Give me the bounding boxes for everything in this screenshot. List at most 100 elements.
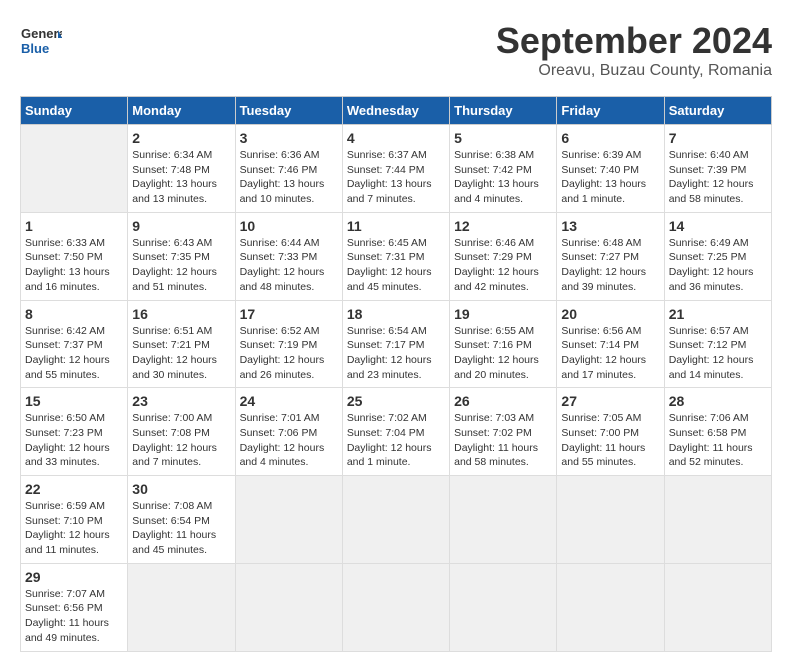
- day-info: Sunrise: 6:48 AMSunset: 7:27 PMDaylight:…: [561, 236, 659, 295]
- day-info: Sunrise: 6:50 AMSunset: 7:23 PMDaylight:…: [25, 411, 123, 470]
- calendar-cell: 23Sunrise: 7:00 AMSunset: 7:08 PMDayligh…: [128, 388, 235, 476]
- svg-text:Blue: Blue: [21, 41, 49, 56]
- day-number: 16: [132, 306, 230, 322]
- day-number: 22: [25, 481, 123, 497]
- header-wednesday: Wednesday: [342, 97, 449, 125]
- day-info: Sunrise: 7:05 AMSunset: 7:00 PMDaylight:…: [561, 411, 659, 470]
- day-number: 26: [454, 393, 552, 409]
- calendar-cell: 24Sunrise: 7:01 AMSunset: 7:06 PMDayligh…: [235, 388, 342, 476]
- day-number: 15: [25, 393, 123, 409]
- calendar-cell: [664, 563, 771, 651]
- calendar-cell: 18Sunrise: 6:54 AMSunset: 7:17 PMDayligh…: [342, 300, 449, 388]
- calendar-cell: 30 Sunrise: 7:08 AMSunset: 6:54 PMDayligh…: [128, 476, 235, 564]
- calendar-cell: [557, 476, 664, 564]
- header-thursday: Thursday: [450, 97, 557, 125]
- calendar-cell: [235, 476, 342, 564]
- calendar-cell: [128, 563, 235, 651]
- day-info: Sunrise: 6:51 AMSunset: 7:21 PMDaylight:…: [132, 324, 230, 383]
- day-number: 4: [347, 130, 445, 146]
- day-number: 1: [25, 218, 123, 234]
- day-info: Sunrise: 6:38 AMSunset: 7:42 PMDaylight:…: [454, 148, 552, 207]
- calendar-cell: 12 Sunrise: 6:46 AMSunset: 7:29 PMDayligh…: [450, 212, 557, 300]
- calendar-row: 8 Sunrise: 6:42 AMSunset: 7:37 PMDaylight…: [21, 300, 772, 388]
- day-info: Sunrise: 7:07 AMSunset: 6:56 PMDaylight:…: [25, 587, 123, 646]
- day-number: 7: [669, 130, 767, 146]
- calendar-row: 1 Sunrise: 6:33 AMSunset: 7:50 PMDaylight…: [21, 212, 772, 300]
- logo: General Blue: [20, 20, 62, 62]
- calendar-cell: 1 Sunrise: 6:33 AMSunset: 7:50 PMDaylight…: [21, 212, 128, 300]
- day-info: Sunrise: 6:46 AMSunset: 7:29 PMDaylight:…: [454, 236, 552, 295]
- calendar-cell: 13Sunrise: 6:48 AMSunset: 7:27 PMDayligh…: [557, 212, 664, 300]
- calendar-cell: 28 Sunrise: 7:06 AMSunset: 6:58 PMDayligh…: [664, 388, 771, 476]
- day-info: Sunrise: 6:54 AMSunset: 7:17 PMDaylight:…: [347, 324, 445, 383]
- header-tuesday: Tuesday: [235, 97, 342, 125]
- calendar-cell: 27 Sunrise: 7:05 AMSunset: 7:00 PMDayligh…: [557, 388, 664, 476]
- page-header: General Blue September 2024 Oreavu, Buza…: [20, 20, 772, 80]
- day-number: 28: [669, 393, 767, 409]
- day-info: Sunrise: 6:36 AMSunset: 7:46 PMDaylight:…: [240, 148, 338, 207]
- day-number: 6: [561, 130, 659, 146]
- calendar-cell: [450, 476, 557, 564]
- day-info: Sunrise: 6:39 AMSunset: 7:40 PMDaylight:…: [561, 148, 659, 207]
- location-title: Oreavu, Buzau County, Romania: [496, 62, 772, 80]
- day-number: 30: [132, 481, 230, 497]
- day-info: Sunrise: 7:01 AMSunset: 7:06 PMDaylight:…: [240, 411, 338, 470]
- header-saturday: Saturday: [664, 97, 771, 125]
- header-friday: Friday: [557, 97, 664, 125]
- day-info: Sunrise: 7:08 AMSunset: 6:54 PMDaylight:…: [132, 499, 230, 558]
- day-info: Sunrise: 6:34 AMSunset: 7:48 PMDaylight:…: [132, 148, 230, 207]
- day-number: 27: [561, 393, 659, 409]
- day-info: Sunrise: 6:49 AMSunset: 7:25 PMDaylight:…: [669, 236, 767, 295]
- calendar-cell: [557, 563, 664, 651]
- calendar-cell: 19Sunrise: 6:55 AMSunset: 7:16 PMDayligh…: [450, 300, 557, 388]
- calendar-cell: [450, 563, 557, 651]
- calendar-cell: 29 Sunrise: 7:07 AMSunset: 6:56 PMDayligh…: [21, 563, 128, 651]
- calendar-row: 29 Sunrise: 7:07 AMSunset: 6:56 PMDayligh…: [21, 563, 772, 651]
- calendar-cell: 22 Sunrise: 6:59 AMSunset: 7:10 PMDayligh…: [21, 476, 128, 564]
- day-info: Sunrise: 7:03 AMSunset: 7:02 PMDaylight:…: [454, 411, 552, 470]
- calendar-cell: [235, 563, 342, 651]
- day-number: 17: [240, 306, 338, 322]
- day-info: Sunrise: 7:06 AMSunset: 6:58 PMDaylight:…: [669, 411, 767, 470]
- calendar-cell: 17 Sunrise: 6:52 AMSunset: 7:19 PMDayligh…: [235, 300, 342, 388]
- calendar-cell: 21Sunrise: 6:57 AMSunset: 7:12 PMDayligh…: [664, 300, 771, 388]
- header-monday: Monday: [128, 97, 235, 125]
- day-info: Sunrise: 6:52 AMSunset: 7:19 PMDaylight:…: [240, 324, 338, 383]
- day-info: Sunrise: 6:40 AMSunset: 7:39 PMDaylight:…: [669, 148, 767, 207]
- calendar-table: Sunday Monday Tuesday Wednesday Thursday…: [20, 96, 772, 652]
- month-title: September 2024: [496, 20, 772, 62]
- calendar-cell: 7 Sunrise: 6:40 AMSunset: 7:39 PMDaylight…: [664, 125, 771, 213]
- day-info: Sunrise: 7:02 AMSunset: 7:04 PMDaylight:…: [347, 411, 445, 470]
- day-number: 3: [240, 130, 338, 146]
- calendar-row: 2Sunrise: 6:34 AMSunset: 7:48 PMDaylight…: [21, 125, 772, 213]
- day-number: 8: [25, 306, 123, 322]
- calendar-cell: 8 Sunrise: 6:42 AMSunset: 7:37 PMDaylight…: [21, 300, 128, 388]
- calendar-cell: [664, 476, 771, 564]
- calendar-cell: 25Sunrise: 7:02 AMSunset: 7:04 PMDayligh…: [342, 388, 449, 476]
- day-number: 11: [347, 218, 445, 234]
- calendar-cell: 11 Sunrise: 6:45 AMSunset: 7:31 PMDayligh…: [342, 212, 449, 300]
- day-info: Sunrise: 6:57 AMSunset: 7:12 PMDaylight:…: [669, 324, 767, 383]
- calendar-cell: 10 Sunrise: 6:44 AMSunset: 7:33 PMDayligh…: [235, 212, 342, 300]
- calendar-cell: 15 Sunrise: 6:50 AMSunset: 7:23 PMDayligh…: [21, 388, 128, 476]
- day-number: 10: [240, 218, 338, 234]
- calendar-cell: 4 Sunrise: 6:37 AMSunset: 7:44 PMDaylight…: [342, 125, 449, 213]
- header-row: Sunday Monday Tuesday Wednesday Thursday…: [21, 97, 772, 125]
- calendar-row: 15 Sunrise: 6:50 AMSunset: 7:23 PMDayligh…: [21, 388, 772, 476]
- day-info: Sunrise: 6:42 AMSunset: 7:37 PMDaylight:…: [25, 324, 123, 383]
- day-info: Sunrise: 6:33 AMSunset: 7:50 PMDaylight:…: [25, 236, 123, 295]
- logo-svg: General Blue: [20, 20, 62, 62]
- day-number: 29: [25, 569, 123, 585]
- day-number: 12: [454, 218, 552, 234]
- day-number: 5: [454, 130, 552, 146]
- day-info: Sunrise: 6:45 AMSunset: 7:31 PMDaylight:…: [347, 236, 445, 295]
- calendar-cell: 16 Sunrise: 6:51 AMSunset: 7:21 PMDayligh…: [128, 300, 235, 388]
- day-number: 20: [561, 306, 659, 322]
- day-number: 14: [669, 218, 767, 234]
- day-info: Sunrise: 6:56 AMSunset: 7:14 PMDaylight:…: [561, 324, 659, 383]
- day-info: Sunrise: 6:37 AMSunset: 7:44 PMDaylight:…: [347, 148, 445, 207]
- day-info: Sunrise: 6:44 AMSunset: 7:33 PMDaylight:…: [240, 236, 338, 295]
- day-info: Sunrise: 6:43 AMSunset: 7:35 PMDaylight:…: [132, 236, 230, 295]
- day-info: Sunrise: 6:59 AMSunset: 7:10 PMDaylight:…: [25, 499, 123, 558]
- calendar-cell: 3 Sunrise: 6:36 AMSunset: 7:46 PMDaylight…: [235, 125, 342, 213]
